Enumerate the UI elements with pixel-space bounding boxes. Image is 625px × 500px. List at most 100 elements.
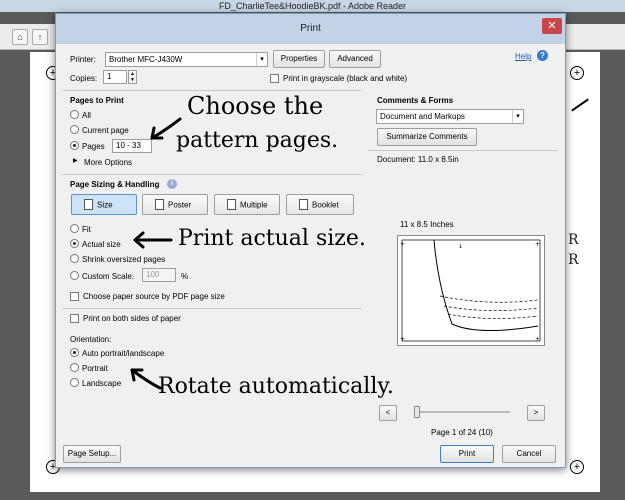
- divider: [63, 174, 361, 175]
- comments-heading: Comments & Forms: [377, 96, 454, 105]
- grayscale-checkbox[interactable]: [270, 74, 279, 83]
- pages-all-label: All: [82, 111, 91, 120]
- app-title: FD_CharlieTee&HoodieBK.pdf - Adobe Reade…: [218, 1, 407, 11]
- annotation-arrow-icon: [150, 117, 182, 140]
- tab-poster-label: Poster: [168, 200, 192, 210]
- info-icon[interactable]: i: [167, 179, 177, 189]
- portrait-radio[interactable]: [70, 363, 79, 372]
- paper-source-checkbox[interactable]: [70, 292, 79, 301]
- copies-label: Copies:: [70, 74, 98, 83]
- auto-orientation-radio[interactable]: [70, 348, 79, 357]
- registration-mark-icon: +: [570, 460, 584, 474]
- more-options-link[interactable]: More Options: [84, 158, 132, 167]
- tab-poster[interactable]: Poster: [142, 194, 208, 215]
- tab-size[interactable]: Size: [71, 194, 137, 215]
- print-button[interactable]: Print: [440, 445, 494, 463]
- svg-text:+: +: [400, 241, 405, 248]
- tab-booklet-label: Booklet: [312, 200, 339, 210]
- divider: [368, 150, 558, 151]
- pattern-line: [571, 98, 589, 112]
- current-page-radio[interactable]: [70, 125, 79, 134]
- multiple-icon: [227, 199, 236, 211]
- percent-label: %: [181, 272, 189, 281]
- actual-size-radio[interactable]: [70, 239, 79, 248]
- annotation-choose-line1: Choose the: [187, 92, 324, 120]
- print-preview: ↓ + + + +: [397, 235, 545, 346]
- custom-scale-input[interactable]: 100: [142, 268, 176, 282]
- landscape-label: Landscape: [82, 379, 122, 388]
- annotation-rotate: Rotate automatically.: [158, 374, 394, 399]
- custom-scale-label: Custom Scale:: [82, 272, 135, 281]
- page-slider-track[interactable]: [414, 411, 510, 413]
- svg-text:+: +: [400, 336, 405, 343]
- dialog-title: Print: [300, 23, 321, 34]
- fit-radio[interactable]: [70, 224, 79, 233]
- svg-text:↓: ↓: [458, 243, 463, 250]
- home-icon[interactable]: ⌂: [12, 29, 28, 45]
- preview-pattern: ↓ + + + +: [400, 239, 541, 343]
- tab-multiple-label: Multiple: [240, 200, 268, 210]
- svg-text:+: +: [535, 241, 540, 248]
- poster-icon: [155, 199, 164, 211]
- app-title-bar: FD_CharlieTee&HoodieBK.pdf - Adobe Reade…: [0, 0, 625, 12]
- annotation-arrow-icon: [130, 368, 162, 390]
- tab-booklet[interactable]: Booklet: [286, 194, 354, 215]
- page-indicator: Page 1 of 24 (10): [431, 428, 493, 437]
- fit-label: Fit: [82, 225, 91, 234]
- document-size-label: Document: 11.0 x 8.5in: [377, 155, 459, 164]
- pattern-text: R: [568, 232, 579, 248]
- size-icon: [84, 199, 93, 211]
- next-page-button[interactable]: >: [527, 405, 545, 421]
- registration-mark-icon: +: [570, 66, 584, 80]
- tab-size-label: Size: [97, 200, 113, 210]
- auto-orientation-label: Auto portrait/landscape: [82, 349, 165, 358]
- help-icon[interactable]: ?: [537, 50, 548, 61]
- copies-spinner[interactable]: ▲ ▼: [128, 70, 137, 84]
- booklet-icon: [299, 199, 308, 211]
- page-slider-thumb[interactable]: [414, 406, 420, 418]
- divider: [63, 90, 361, 91]
- chevron-down-icon: ▾: [256, 53, 267, 66]
- annotation-choose-line2: pattern pages.: [176, 128, 339, 153]
- preview-size-label: 11 x 8.5 Inches: [400, 220, 454, 229]
- up-arrow-icon[interactable]: ↑: [32, 29, 48, 45]
- page-sizing-heading: Page Sizing & Handling: [70, 180, 160, 189]
- landscape-radio[interactable]: [70, 378, 79, 387]
- page-setup-button[interactable]: Page Setup...: [63, 445, 121, 463]
- pages-to-print-heading: Pages to Print: [70, 96, 124, 105]
- both-sides-label: Print on both sides of paper: [83, 314, 181, 323]
- portrait-label: Portrait: [82, 364, 108, 373]
- advanced-button[interactable]: Advanced: [329, 50, 381, 68]
- grayscale-label: Print in grayscale (black and white): [283, 74, 408, 83]
- chevron-down-icon: ▾: [512, 110, 523, 123]
- divider: [63, 308, 361, 309]
- pages-range-label: Pages: [82, 142, 105, 151]
- caret-right-icon[interactable]: ▶: [73, 157, 78, 164]
- printer-value: Brother MFC-J430W: [109, 55, 183, 64]
- paper-source-label: Choose paper source by PDF page size: [83, 292, 225, 301]
- comments-select[interactable]: Document and Markups ▾: [376, 109, 524, 124]
- close-button[interactable]: ✕: [542, 18, 562, 34]
- prev-page-button[interactable]: <: [379, 405, 397, 421]
- orientation-heading: Orientation:: [70, 335, 112, 344]
- shrink-label: Shrink oversized pages: [82, 255, 166, 264]
- pages-range-radio[interactable]: [70, 141, 79, 150]
- shrink-radio[interactable]: [70, 254, 79, 263]
- svg-text:+: +: [535, 336, 540, 343]
- properties-button[interactable]: Properties: [273, 50, 325, 68]
- both-sides-checkbox[interactable]: [70, 314, 79, 323]
- pattern-text: R: [568, 252, 579, 268]
- printer-select[interactable]: Brother MFC-J430W ▾: [105, 52, 268, 67]
- cancel-button[interactable]: Cancel: [502, 445, 556, 463]
- pages-all-radio[interactable]: [70, 110, 79, 119]
- current-page-label: Current page: [82, 126, 129, 135]
- custom-scale-radio[interactable]: [70, 271, 79, 280]
- summarize-comments-button[interactable]: Summarize Comments: [377, 128, 477, 146]
- annotation-arrow-icon: [133, 231, 173, 249]
- copies-input[interactable]: 1: [103, 70, 127, 84]
- tab-multiple[interactable]: Multiple: [214, 194, 280, 215]
- annotation-actual-size: Print actual size.: [178, 226, 366, 251]
- actual-size-label: Actual size: [82, 240, 121, 249]
- printer-label: Printer:: [70, 55, 96, 64]
- help-link[interactable]: Help: [515, 52, 531, 61]
